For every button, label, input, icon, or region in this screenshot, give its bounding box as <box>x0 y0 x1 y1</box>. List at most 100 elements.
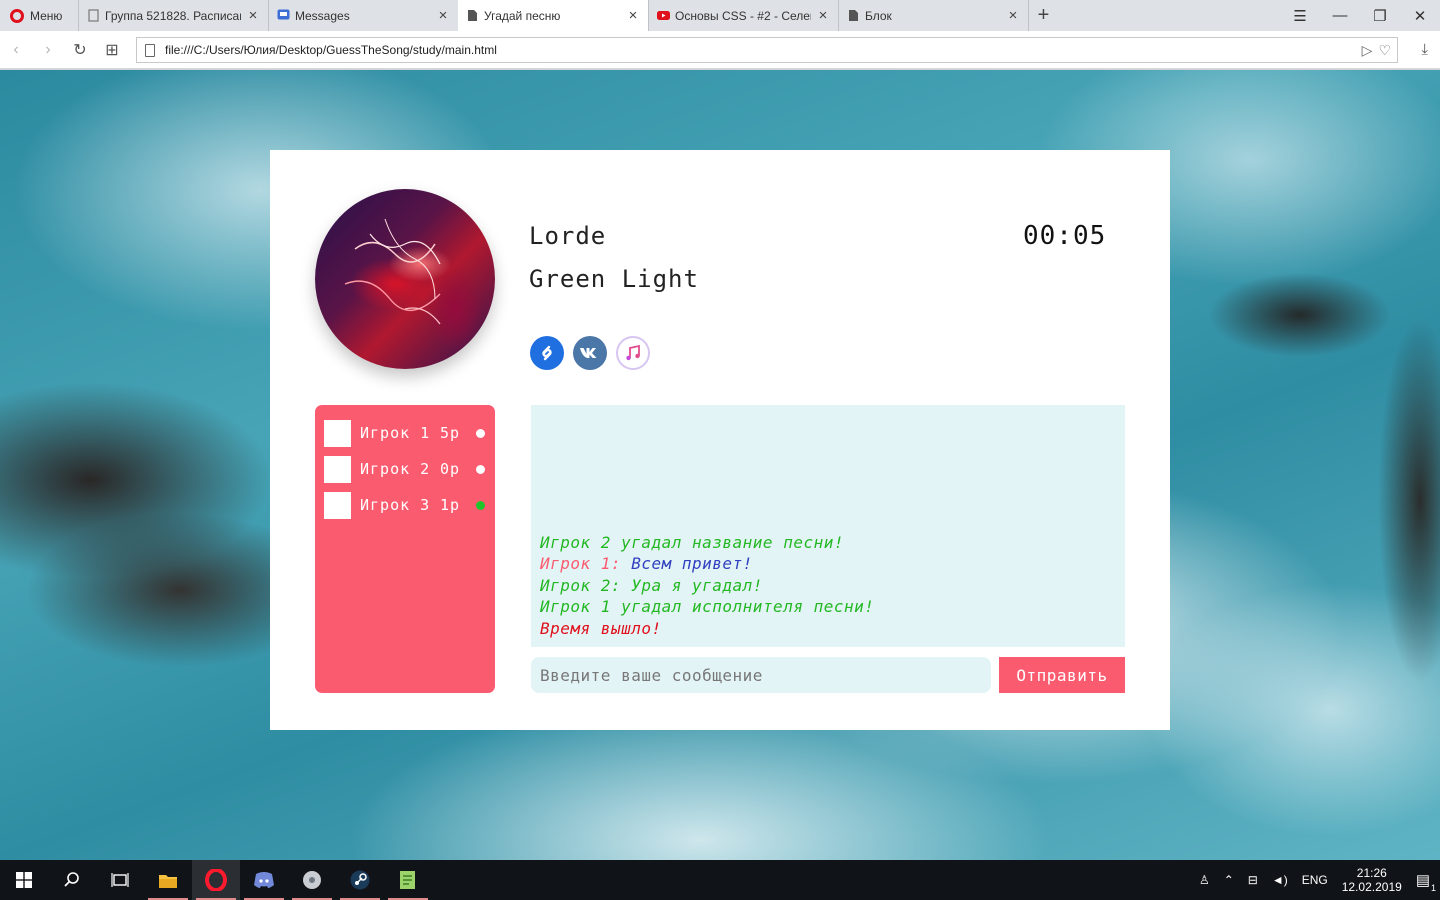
discord-glyph <box>254 872 274 888</box>
notepad-icon[interactable] <box>384 860 432 900</box>
vk-icon[interactable] <box>573 336 607 370</box>
page-info-icon[interactable] <box>145 43 155 57</box>
player-score: 5р <box>440 424 461 442</box>
clock-time: 21:26 <box>1356 866 1387 880</box>
chevron-up-icon[interactable]: ⌃ <box>1224 873 1234 887</box>
language-indicator[interactable]: ENG <box>1302 873 1328 887</box>
close-icon[interactable]: × <box>816 7 830 24</box>
magnifier-glyph <box>64 872 79 887</box>
tab-schedule[interactable]: Группа 521828. Расписание × <box>78 0 268 31</box>
tab-title: Блок <box>865 8 892 23</box>
player-row: Игрок 1 5р <box>315 415 495 451</box>
itunes-icon[interactable] <box>616 336 650 370</box>
page-icon <box>468 10 477 21</box>
url-text: file:///C:/Users/Юлия/Desktop/GuessTheSo… <box>165 43 497 57</box>
shazam-icon[interactable] <box>530 336 564 370</box>
send-to-icon[interactable]: ▷ <box>1362 42 1373 59</box>
player-name: Игрок 2 <box>360 460 431 478</box>
task-view-glyph <box>111 873 129 887</box>
notification-count: 1 <box>1430 883 1436 893</box>
forward-icon[interactable]: › <box>32 31 64 69</box>
browser-tab-bar: Меню Группа 521828. Расписание × Message… <box>0 0 1440 31</box>
notification-center-icon[interactable]: ▤ 1 <box>1416 871 1436 893</box>
artist-name: Lorde <box>529 222 607 250</box>
address-bar-row: ‹ › ↻ ⊞ file:///C:/Users/Юлия/Desktop/Gu… <box>0 31 1440 69</box>
steam-glyph <box>350 870 370 890</box>
task-view-icon[interactable] <box>96 860 144 900</box>
close-icon[interactable]: × <box>626 7 640 24</box>
opera-glyph <box>205 869 227 891</box>
clock[interactable]: 21:26 12.02.2019 <box>1342 866 1402 894</box>
player-row: Игрок 3 1р <box>315 487 495 523</box>
player-row: Игрок 2 0р <box>315 451 495 487</box>
send-button[interactable]: Отправить <box>999 657 1125 693</box>
tab-block[interactable]: Блок × <box>838 0 1028 31</box>
vk-glyph <box>580 348 597 358</box>
chat-message: Игрок 2 угадал название песни! <box>540 532 1116 554</box>
countdown-timer: 00:05 <box>1023 221 1107 251</box>
discord-icon[interactable] <box>240 860 288 900</box>
youtube-icon <box>657 11 670 20</box>
minimize-icon[interactable]: — <box>1320 0 1360 31</box>
restore-icon[interactable]: ❐ <box>1360 0 1400 31</box>
player-status-dot <box>476 428 485 438</box>
tab-menu-icon[interactable]: ☰ <box>1280 0 1320 31</box>
windows-start-icon[interactable] <box>0 860 48 900</box>
media-player-icon[interactable] <box>288 860 336 900</box>
close-window-icon[interactable]: ✕ <box>1400 0 1440 31</box>
chat-message-author: Игрок 1: <box>540 554 632 573</box>
players-panel: Игрок 1 5р Игрок 2 0р Игрок 3 1р <box>315 405 495 693</box>
chat-message: Игрок 1 угадал исполнителя песни! <box>540 596 1116 618</box>
notepad-glyph <box>400 871 415 889</box>
speed-dial-icon[interactable]: ⊞ <box>96 31 128 69</box>
tab-messages[interactable]: Messages × <box>268 0 458 31</box>
album-cover <box>315 189 495 369</box>
reload-icon[interactable]: ↻ <box>64 31 96 69</box>
opera-menu-button[interactable]: Меню <box>0 0 78 31</box>
chat-message-text: Игрок 2: Ура я угадал! <box>540 575 763 595</box>
window-controls: ☰ — ❐ ✕ <box>1280 0 1440 31</box>
cover-art-lights <box>344 218 441 325</box>
folder-glyph <box>159 874 177 888</box>
steam-icon[interactable] <box>336 860 384 900</box>
bookmark-heart-icon[interactable]: ♡ <box>1378 42 1391 59</box>
tab-css-basics[interactable]: Основы CSS - #2 - Селекторы × <box>648 0 838 31</box>
player-status-dot <box>476 500 485 510</box>
file-explorer-icon[interactable] <box>144 860 192 900</box>
page-icon <box>849 10 858 21</box>
player-avatar <box>324 455 351 483</box>
network-icon[interactable]: ⊟ <box>1248 873 1258 887</box>
search-icon[interactable] <box>48 860 96 900</box>
people-icon[interactable]: ♙ <box>1199 873 1210 887</box>
chat-message-text: Игрок 1 угадал исполнителя песни! <box>540 597 875 616</box>
back-icon[interactable]: ‹ <box>0 31 32 69</box>
music-note-glyph <box>626 344 640 361</box>
document-icon <box>88 9 99 22</box>
tab-title: Основы CSS - #2 - Селекторы <box>675 8 811 23</box>
chat-message: Игрок 1: Всем привет! <box>540 553 1116 575</box>
opera-icon[interactable] <box>192 860 240 900</box>
game-card: Lorde Green Light 00:05 Игрок 1 5р Игрок… <box>270 150 1170 730</box>
close-icon[interactable]: × <box>436 7 450 24</box>
volume-icon[interactable]: ◄) <box>1272 873 1288 887</box>
tab-guess-song[interactable]: Угадай песню × <box>458 0 648 31</box>
player-name: Игрок 3 <box>360 496 431 514</box>
tab-title: Messages <box>295 8 350 23</box>
chat-message: Время вышло! <box>540 618 1116 640</box>
url-field[interactable]: file:///C:/Users/Юлия/Desktop/GuessTheSo… <box>136 37 1398 63</box>
chat-log: Игрок 2 угадал название песни! Игрок 1: … <box>531 405 1125 647</box>
close-icon[interactable]: × <box>246 7 260 24</box>
message-input[interactable] <box>531 657 991 693</box>
messages-icon <box>277 9 290 20</box>
tab-title: Угадай песню <box>484 8 561 23</box>
clock-date: 12.02.2019 <box>1341 880 1402 894</box>
windows-taskbar: ♙ ⌃ ⊟ ◄) ENG 21:26 12.02.2019 ▤ 1 <box>0 860 1440 900</box>
download-icon[interactable]: ⤓ <box>1421 41 1428 58</box>
close-icon[interactable]: × <box>1006 7 1020 24</box>
tab-title: Группа 521828. Расписание <box>105 8 241 23</box>
windows-logo <box>16 872 32 888</box>
new-tab-button[interactable]: + <box>1028 0 1058 31</box>
page-background: Lorde Green Light 00:05 Игрок 1 5р Игрок… <box>0 70 1440 860</box>
opera-logo-icon <box>10 8 24 23</box>
system-tray: ♙ ⌃ ⊟ ◄) ENG 21:26 12.02.2019 ▤ 1 <box>1199 860 1440 900</box>
